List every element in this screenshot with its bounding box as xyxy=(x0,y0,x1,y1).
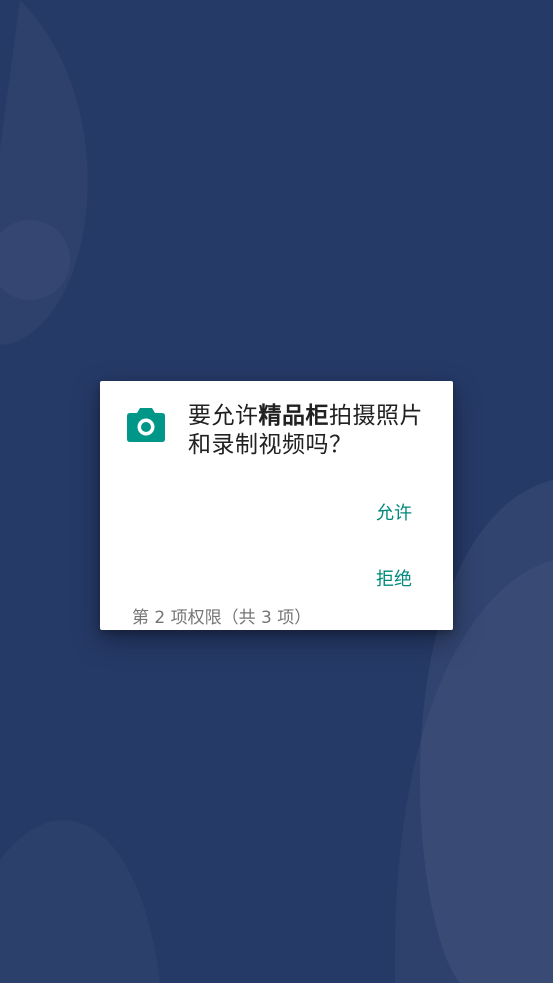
deny-button[interactable]: 拒绝 xyxy=(359,557,429,599)
permission-dialog: 要允许精品柜拍摄照片和录制视频吗？ 允许 拒绝 第 2 项权限（共 3 项） xyxy=(100,381,453,630)
screen: 要允许精品柜拍摄照片和录制视频吗？ 允许 拒绝 第 2 项权限（共 3 项） xyxy=(0,0,553,983)
permission-counter: 第 2 项权限（共 3 项） xyxy=(132,608,312,628)
app-name: 精品柜 xyxy=(258,403,329,429)
message-prefix: 要允许 xyxy=(188,403,259,429)
permission-message: 要允许精品柜拍摄照片和录制视频吗？ xyxy=(188,402,443,460)
allow-button[interactable]: 允许 xyxy=(359,491,429,533)
camera-icon xyxy=(127,408,165,442)
